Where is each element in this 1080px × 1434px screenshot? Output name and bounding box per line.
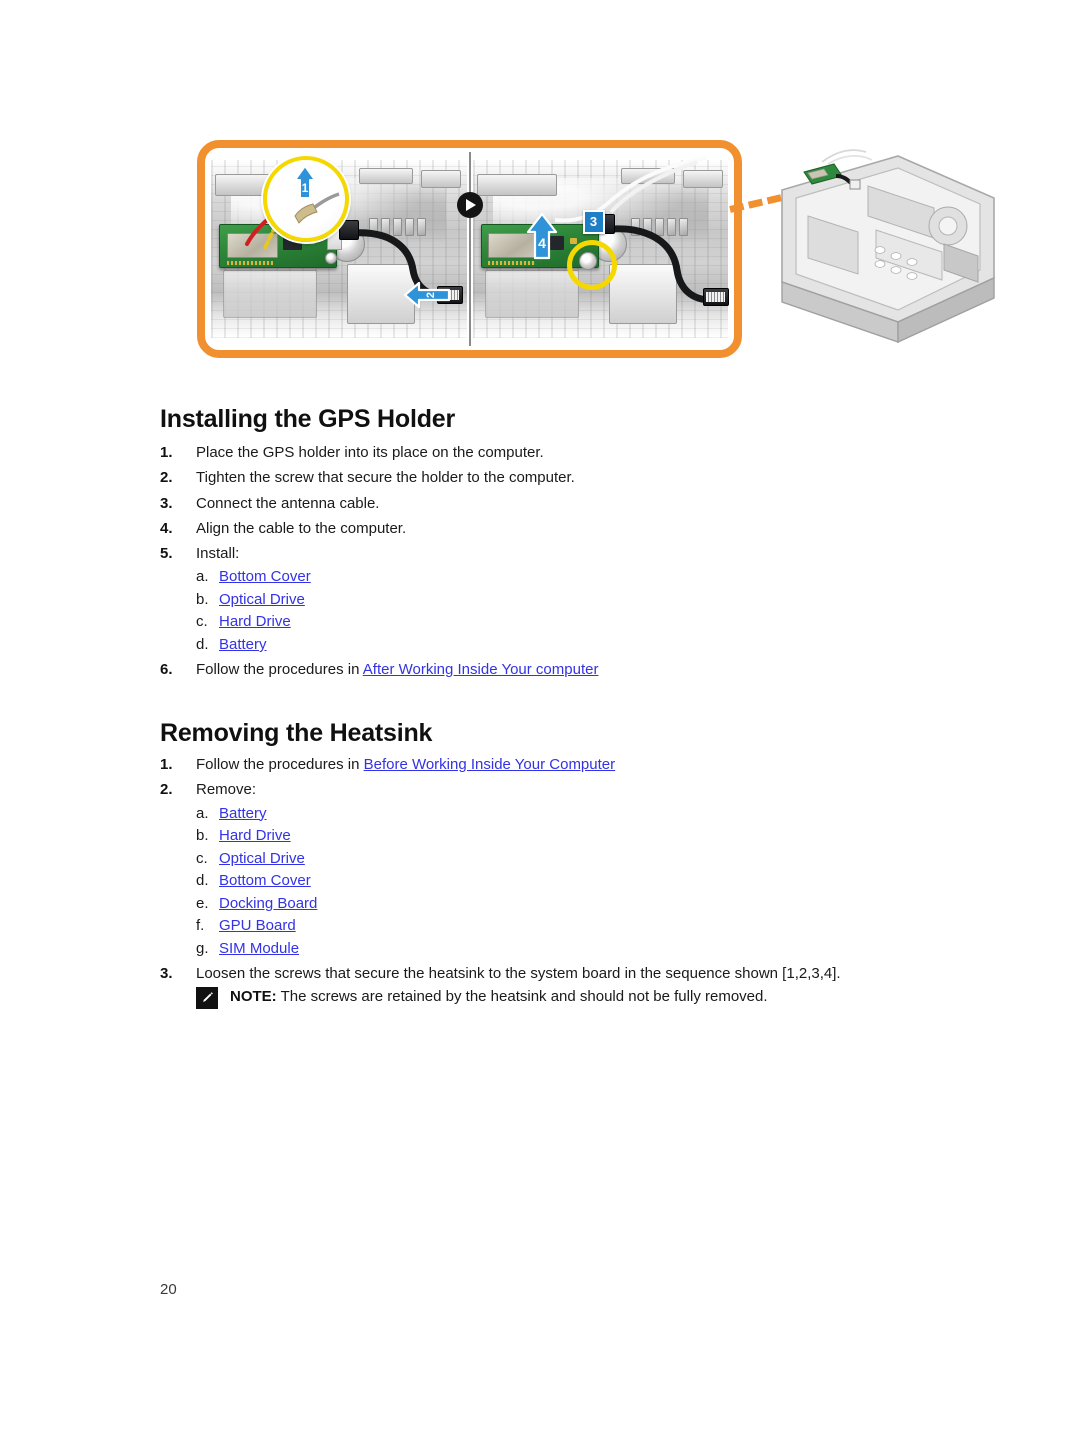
panel-left: 2 1 [209, 152, 471, 346]
list-item: 1. Place the GPS holder into its place o… [160, 440, 960, 465]
system-board-plug [702, 288, 729, 306]
page-title-removing-heatsink: Removing the Heatsink [160, 718, 433, 747]
substep-marker: a. [196, 568, 209, 586]
substep-marker: c. [196, 613, 208, 631]
list-item: 3. Connect the antenna cable. [160, 491, 960, 516]
chassis-plate [484, 270, 579, 318]
callout-label-2: 2 [425, 292, 437, 298]
substep-marker: c. [196, 849, 208, 867]
step-text: Tighten the screw that secure the holder… [196, 469, 575, 487]
step-marker: 1. [160, 756, 173, 773]
link-gpu-board[interactable]: GPU Board [219, 915, 296, 938]
list-item: 1. Follow the procedures in Before Worki… [160, 752, 960, 777]
step-marker: 4. [160, 519, 173, 537]
list-item: b. Hard Drive [160, 825, 960, 848]
list-item: a. Battery [160, 803, 960, 826]
list-item: 3. Loosen the screws that secure the hea… [160, 961, 960, 986]
list-item: 5. Install: [160, 541, 960, 566]
link-optical-drive[interactable]: Optical Drive [219, 848, 305, 871]
step-text: Align the cable to the computer. [196, 519, 407, 537]
play-icon [456, 192, 483, 218]
link-hard-drive[interactable]: Hard Drive [219, 825, 291, 848]
step-marker: 5. [160, 545, 173, 563]
link-sim-module[interactable]: SIM Module [219, 938, 299, 961]
link-battery[interactable]: Battery [219, 634, 267, 657]
link-battery[interactable]: Battery [219, 803, 267, 826]
list-item: c. Optical Drive [160, 848, 960, 871]
callout-label-1: 1 [302, 181, 309, 195]
gps-holder-illustration: 2 1 3 4 [155, 128, 1000, 368]
substep-marker: g. [196, 939, 209, 957]
illustration-frame: 2 1 3 4 [197, 140, 742, 358]
steps-installing-gps-holder: 1. Place the GPS holder into its place o… [160, 440, 960, 683]
step-text-before: Follow the procedures in [196, 661, 363, 679]
note-callout: NOTE: The screws are retained by the hea… [196, 986, 768, 1009]
link-after-working-inside-your-computer[interactable]: After Working Inside Your computer [363, 661, 599, 678]
step-text: Remove: [196, 781, 257, 799]
substep-marker: f. [196, 917, 205, 935]
list-item: 6. Follow the procedures in After Workin… [160, 657, 960, 682]
substep-marker: b. [196, 827, 209, 845]
link-hard-drive[interactable]: Hard Drive [219, 611, 291, 634]
chassis-plate [223, 270, 317, 318]
note-label: NOTE: [230, 988, 277, 1005]
holder-screw [578, 252, 597, 270]
step-text: Place the GPS holder into its place on t… [196, 444, 544, 461]
magnifier-callout-1: 1 [263, 156, 349, 242]
step-marker: 3. [160, 965, 173, 983]
list-item: f. GPU Board [160, 915, 960, 938]
callout-arrow-2: 2 [403, 281, 451, 309]
page-title-installing-gps-holder: Installing the GPS Holder [160, 404, 456, 433]
step-marker: 2. [160, 469, 173, 487]
list-item: e. Docking Board [160, 893, 960, 916]
link-before-working-inside-your-computer[interactable]: Before Working Inside Your Computer [364, 756, 616, 773]
step-text: Install: [196, 545, 240, 563]
step-marker: 6. [160, 661, 173, 679]
list-item: 2. Tighten the screw that secure the hol… [160, 465, 960, 490]
link-docking-board[interactable]: Docking Board [219, 893, 317, 916]
link-optical-drive[interactable]: Optical Drive [219, 589, 305, 612]
callout-badge-3: 3 [582, 210, 605, 234]
step-text: Connect the antenna cable. [196, 494, 380, 512]
callout-arrow-4: 4 [526, 212, 557, 260]
panel-right: 3 4 [470, 152, 730, 346]
link-bottom-cover[interactable]: Bottom Cover [219, 870, 311, 893]
substep-marker: b. [196, 590, 209, 608]
list-item: b. Optical Drive [160, 589, 960, 612]
chassis-slot [421, 170, 461, 188]
substep-marker: e. [196, 894, 209, 912]
sublist-install: a. Bottom Cover b. Optical Drive c. Hard… [160, 566, 960, 656]
board-screw [325, 252, 337, 264]
substep-marker: d. [196, 872, 209, 890]
callout-label-4: 4 [538, 235, 546, 251]
list-item: 2. Remove: [160, 777, 960, 802]
step-text: Loosen the screws that secure the heatsi… [196, 965, 841, 983]
substep-marker: a. [196, 804, 209, 822]
step-marker: 2. [160, 781, 173, 799]
note-pencil-icon [196, 987, 218, 1009]
list-item: c. Hard Drive [160, 611, 960, 634]
list-item: d. Bottom Cover [160, 870, 960, 893]
step-text-before: Follow the procedures in [196, 756, 364, 773]
link-bottom-cover[interactable]: Bottom Cover [219, 566, 311, 589]
page-number: 20 [160, 1281, 177, 1298]
substep-marker: d. [196, 635, 209, 653]
note-text: The screws are retained by the heatsink … [276, 988, 768, 1005]
step-marker: 1. [160, 444, 173, 461]
laptop-chassis-3d [729, 146, 1000, 351]
list-item: 4. Align the cable to the computer. [160, 516, 960, 541]
step-marker: 3. [160, 494, 173, 512]
steps-removing-heatsink: 1. Follow the procedures in Before Worki… [160, 752, 960, 986]
list-item: a. Bottom Cover [160, 566, 960, 589]
sublist-remove: a. Battery b. Hard Drive c. Optical Driv… [160, 803, 960, 961]
chassis-slot [359, 168, 413, 184]
list-item: g. SIM Module [160, 938, 960, 961]
list-item: d. Battery [160, 634, 960, 657]
